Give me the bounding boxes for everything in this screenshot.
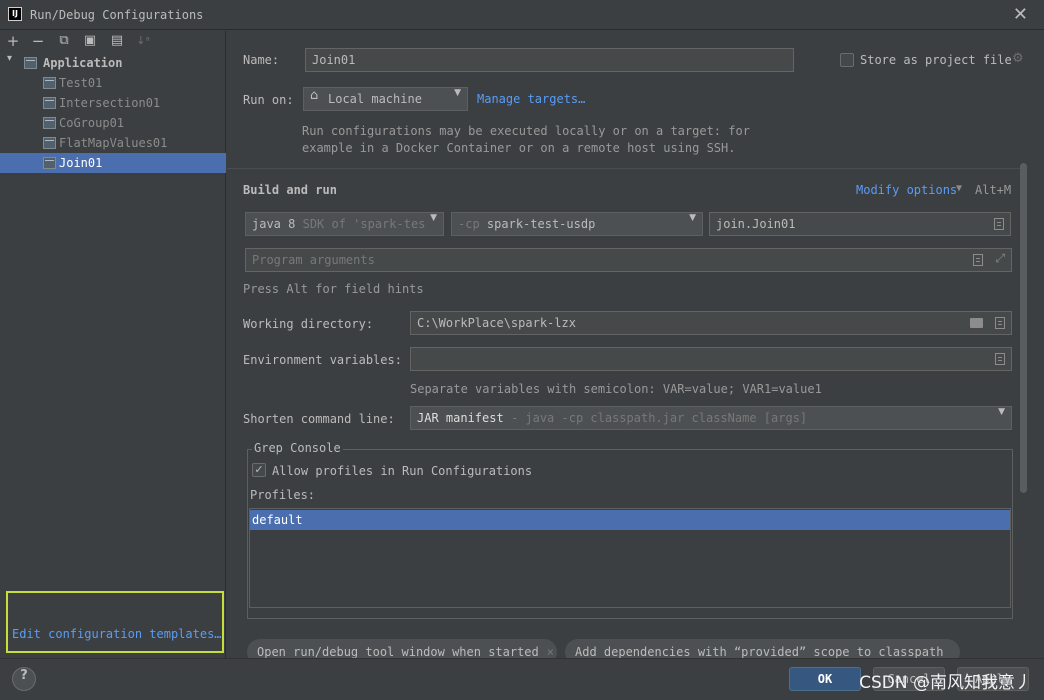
chevron-down-icon[interactable]: ▾ [7,53,12,64]
folder-icon[interactable]: ▤ [108,32,126,50]
tree-node-label: Application [43,56,123,70]
grep-console-title: Grep Console [252,441,343,455]
main-class-value: join.Join01 [716,217,796,231]
configurations-toolbar: + − ⧉ ▣ ▤ ↓ᵃ [0,31,226,53]
window-title: Run/Debug Configurations [30,8,204,22]
program-arguments-placeholder: Program arguments [252,253,375,267]
list-item[interactable]: default [250,510,1010,530]
application-icon [24,57,37,69]
profiles-list[interactable]: default [249,508,1011,608]
modify-options-link[interactable]: Modify options [856,183,957,197]
program-arguments-input[interactable]: Program arguments ⤢ [245,248,1012,272]
run-on-hint-line-2: example in a Docker Container or on a re… [302,141,736,155]
run-config-icon [43,97,56,109]
working-directory-label: Working directory: [243,317,374,331]
folder-open-icon[interactable] [970,318,983,328]
tree-item-cogroup01[interactable]: CoGroup01 [0,113,226,133]
tree-item-label: CoGroup01 [59,116,125,130]
jdk-value: java 8 [252,217,296,231]
separator [227,168,1027,169]
main-class-input[interactable]: join.Join01 [709,212,1011,236]
tree-item-label: Intersection01 [59,96,161,110]
close-icon[interactable]: ✕ [1013,4,1028,25]
run-config-icon [43,137,56,149]
help-button[interactable]: ? [12,667,36,691]
run-config-icon [43,157,56,169]
shorten-command-label: Shorten command line: [243,412,395,426]
close-icon[interactable]: × [547,645,554,659]
run-on-select[interactable]: ⌂ Local machine ▼ [303,87,468,111]
save-icon[interactable]: ▣ [81,32,99,50]
build-run-title: Build and run [243,183,337,197]
modify-shortcut: Alt+M [975,183,1012,197]
tree-item-label: Join01 [59,156,103,170]
document-icon[interactable] [995,317,1005,329]
cp-flag: -cp [458,217,480,231]
classpath-module-value: spark-test-usdp [486,217,596,231]
expand-icon[interactable]: ⤢ [995,251,1005,266]
store-project-label: Store as project file [860,53,1012,67]
jdk-select[interactable]: java 8 SDK of 'spark-tes ▼ [245,212,444,236]
remove-icon[interactable]: − [29,32,47,50]
chip-label: Add dependencies with “provided” scope t… [575,645,944,659]
working-directory-value: C:\WorkPlace\spark-lzx [417,316,576,330]
chip-label: Open run/debug tool window when started [257,645,539,659]
gear-icon[interactable]: ⚙ [1012,51,1024,66]
environment-variables-hint: Separate variables with semicolon: VAR=v… [410,382,822,396]
home-icon: ⌂ [310,88,319,103]
add-icon[interactable]: + [4,32,22,50]
grep-console-group: Grep Console ✓ Allow profiles in Run Con… [247,441,1013,619]
profiles-label: Profiles: [250,488,316,502]
configurations-panel: + − ⧉ ▣ ▤ ↓ᵃ ▾ Application Test01 Inters… [0,31,226,658]
chevron-down-icon: ▼ [430,213,437,223]
tree-item-join01[interactable]: Join01 [0,153,226,173]
intellij-app-icon: IJ [8,7,22,21]
vertical-scrollbar[interactable] [1020,163,1027,493]
configuration-tree: ▾ Application Test01 Intersection01 CoGr… [0,53,226,173]
ok-button[interactable]: OK [789,667,861,691]
title-bar: IJ Run/Debug Configurations ✕ [0,0,1044,30]
run-config-icon [43,77,56,89]
sort-icon[interactable]: ↓ᵃ [134,32,152,50]
templates-highlight-box: Edit configuration templates… [6,591,224,653]
run-on-hint-line-1: Run configurations may be executed local… [302,124,750,138]
dialog-footer: ? OK Cancel Apply CSDN @南风知我意丿 [0,658,1044,700]
name-input[interactable]: Join01 [305,48,794,72]
allow-profiles-checkbox[interactable]: ✓ [252,463,266,477]
tree-item-intersection01[interactable]: Intersection01 [0,93,226,113]
allow-profiles-label: Allow profiles in Run Configurations [272,464,533,478]
store-project-checkbox[interactable] [840,53,854,67]
shorten-command-description: - java -cp classpath.jar className [args… [510,411,808,425]
environment-variables-label: Environment variables: [243,353,402,367]
jdk-description: SDK of 'spark-tes [302,217,426,231]
document-icon[interactable] [995,353,1005,365]
tree-item-label: FlatMapValues01 [59,136,168,150]
field-hints-text: Press Alt for field hints [243,282,424,296]
chevron-down-icon[interactable]: ▼ [956,183,962,194]
tree-node-application[interactable]: ▾ Application [0,53,226,73]
manage-targets-link[interactable]: Manage targets… [477,92,585,106]
browse-icon[interactable] [994,218,1004,230]
chevron-down-icon: ▼ [998,407,1005,417]
tree-item-test01[interactable]: Test01 [0,73,226,93]
document-icon[interactable] [973,254,983,266]
shorten-command-select[interactable]: JAR manifest - java -cp classpath.jar cl… [410,406,1012,430]
working-directory-input[interactable]: C:\WorkPlace\spark-lzx [410,311,1012,335]
configuration-form: Name: Join01 Store as project file ⚙ Run… [227,31,1044,665]
copy-icon[interactable]: ⧉ [55,32,73,50]
watermark: CSDN @南风知我意丿 [859,673,1032,693]
environment-variables-input[interactable] [410,347,1012,371]
name-label: Name: [243,53,280,67]
run-on-value: Local machine [328,92,422,106]
edit-templates-link[interactable]: Edit configuration templates… [12,627,222,641]
chevron-down-icon: ▼ [689,213,696,223]
run-on-label: Run on: [243,93,294,107]
shorten-command-value: JAR manifest [417,411,504,425]
run-config-icon [43,117,56,129]
tree-item-label: Test01 [59,76,103,90]
classpath-module-select[interactable]: -cp spark-test-usdp ▼ [451,212,703,236]
tree-item-flatmapvalues01[interactable]: FlatMapValues01 [0,133,226,153]
chevron-down-icon: ▼ [454,88,461,98]
